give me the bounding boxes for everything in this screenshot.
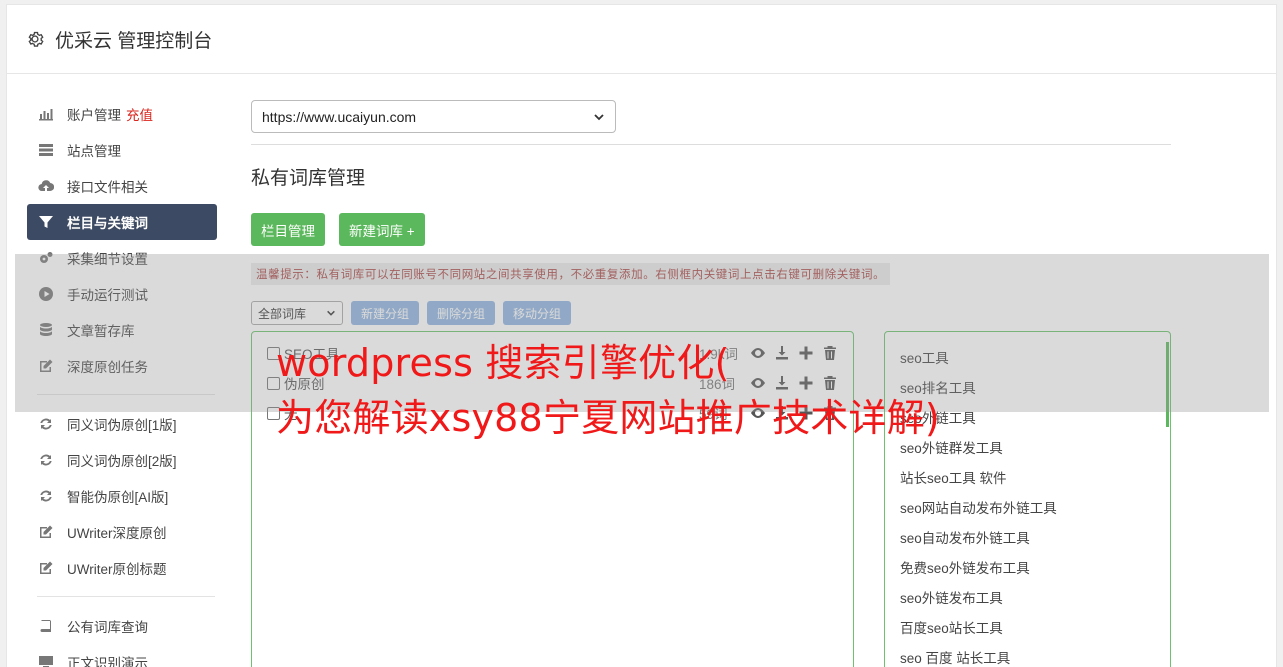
edit-icon [38,560,54,576]
keyword-item[interactable]: seo 百度 站长工具 [885,642,1170,667]
sidebar-item-label: 智能伪原创[AI版] [67,490,169,505]
refresh-icon [38,452,54,468]
keyword-item[interactable]: 站长seo工具 软件 [885,462,1170,492]
sidebar-item-label: UWriter原创标题 [67,562,167,577]
sidebar-item-uwriter-deep[interactable]: UWriter深度原创 [27,514,217,550]
overlay-title-line1: wordpress 搜索引擎优化( [276,341,730,385]
sidebar-item-label: 站点管理 [67,144,121,159]
new-library-button[interactable]: 新建词库 + [339,213,425,246]
edit-icon [38,524,54,540]
keyword-item[interactable]: seo网站自动发布外链工具 [885,492,1170,522]
sidebar-item-label: 同义词伪原创[1版] [67,418,177,433]
sidebar-item-label: 栏目与关键词 [67,216,148,231]
recharge-link[interactable]: 充值 [126,104,153,124]
chevron-down-icon [594,113,604,120]
refresh-icon [38,488,54,504]
sidebar-item-columns-keywords[interactable]: 栏目与关键词 [27,204,217,240]
keyword-item[interactable]: 百度seo站长工具 [885,612,1170,642]
sidebar-item-label: 接口文件相关 [67,180,148,195]
site-select[interactable]: https://www.ucaiyun.com [251,100,616,133]
monitor-icon [38,654,54,667]
server-icon [38,142,54,158]
filter-icon [38,214,54,230]
keyword-item[interactable]: seo自动发布外链工具 [885,522,1170,552]
refresh-icon [38,416,54,432]
divider [251,144,1171,145]
action-buttons: 栏目管理 新建词库 + [251,213,1171,246]
sidebar-item-public-lib[interactable]: 公有词库查询 [27,608,217,644]
site-select-value: https://www.ucaiyun.com [262,108,417,125]
sidebar-divider [37,596,215,597]
overlay-title-line2: 为您解读xsy88宁夏网站推广技术详解) [276,396,940,440]
page-title: 优采云 管理控制台 [55,30,213,52]
book-icon [38,618,54,634]
gear-icon [28,31,44,47]
sidebar-item-label: 同义词伪原创[2版] [67,454,177,469]
sidebar-item-label: UWriter深度原创 [67,526,167,541]
columns-manage-button[interactable]: 栏目管理 [251,213,325,246]
cloud-upload-icon [38,178,54,194]
overlay-title: wordpress 搜索引擎优化( 为您解读xsy88宁夏网站推广技术详解) [276,336,940,446]
sidebar-item-synonym-v2[interactable]: 同义词伪原创[2版] [27,442,217,478]
sidebar-item-label: 公有词库查询 [67,620,148,635]
sidebar-item-sites[interactable]: 站点管理 [27,132,217,168]
keyword-item[interactable]: 免费seo外链发布工具 [885,552,1170,582]
app-header: 优采云 管理控制台 [6,4,1277,74]
sidebar-item-label: 正文识别演示 [67,656,148,667]
sidebar-item-api-files[interactable]: 接口文件相关 [27,168,217,204]
section-title: 私有词库管理 [251,168,366,189]
sidebar-item-account[interactable]: 账户管理 充值 [27,96,217,132]
bar-chart-icon [38,106,54,122]
sidebar-item-uwriter-title[interactable]: UWriter原创标题 [27,550,217,586]
sidebar-item-ai-rewrite[interactable]: 智能伪原创[AI版] [27,478,217,514]
sidebar-item-label: 账户管理 [67,108,121,123]
keyword-item[interactable]: seo外链发布工具 [885,582,1170,612]
sidebar-item-text-recognition[interactable]: 正文识别演示 [27,644,217,667]
